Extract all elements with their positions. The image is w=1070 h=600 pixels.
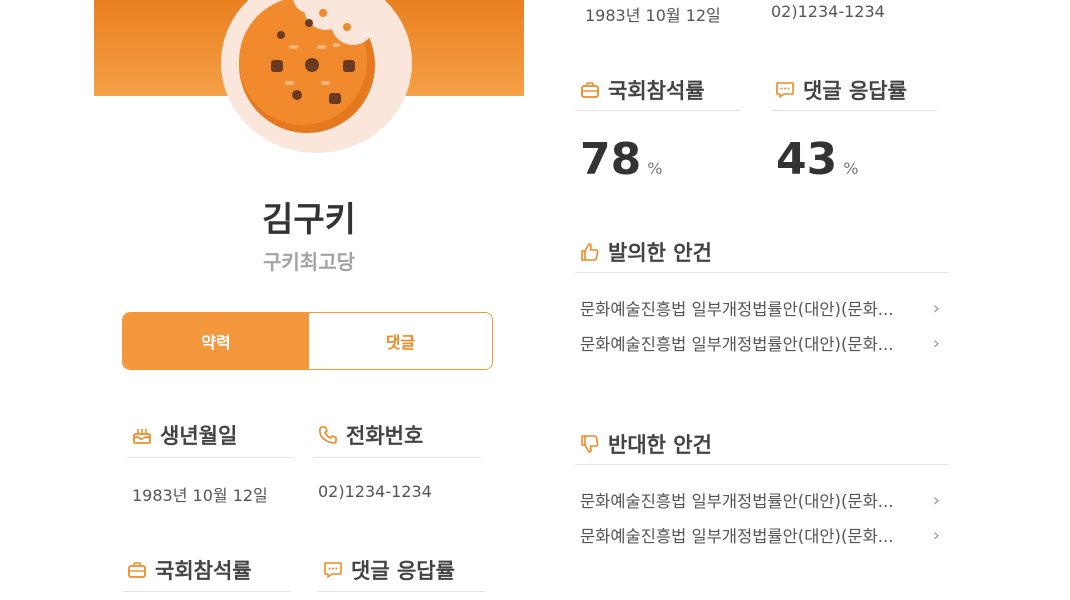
profile-tabs: 약력 댓글	[122, 312, 493, 370]
attendance-value: 78	[580, 134, 642, 185]
reply-label-right: 댓글 응답률	[803, 79, 907, 103]
cake-icon	[133, 429, 151, 444]
proposed-list-item[interactable]: 문화예술진흥법 일부개정법률안(대안)(문화... ›	[580, 331, 948, 355]
divider	[313, 457, 481, 458]
thumbs-down-icon	[581, 435, 599, 453]
bill-title: 문화예술진흥법 일부개정법률안(대안)(문화...	[580, 300, 894, 319]
proposed-title: 발의한 안건	[608, 241, 712, 265]
birth-value: 1983년 10월 12일	[132, 486, 268, 505]
proposed-list-item[interactable]: 문화예술진흥법 일부개정법률안(대안)(문화... ›	[580, 296, 948, 320]
reply-unit: %	[843, 159, 859, 178]
opposed-section-title: 반대한 안건	[580, 429, 712, 459]
chevron-right-icon: ›	[932, 489, 940, 511]
attendance-section-title: 국회참석률	[127, 555, 252, 585]
attendance-stat: 78%	[580, 134, 662, 185]
chevron-right-icon: ›	[932, 524, 940, 546]
chevron-right-icon: ›	[932, 297, 940, 319]
phone-value-right: 02)1234-1234	[771, 2, 885, 21]
divider	[575, 272, 948, 273]
bill-title: 문화예술진흥법 일부개정법률안(대안)(문화...	[580, 527, 894, 546]
opposed-list-item[interactable]: 문화예술진흥법 일부개정법률안(대안)(문화... ›	[580, 523, 948, 547]
divider	[771, 110, 937, 111]
bill-title: 문화예술진흥법 일부개정법률안(대안)(문화...	[580, 492, 894, 511]
chat-bubble-icon	[324, 562, 342, 578]
reply-label: 댓글 응답률	[351, 559, 455, 583]
chat-bubble-icon	[776, 82, 794, 98]
attendance-label-right: 국회참석률	[608, 79, 705, 103]
attendance-section-title-right: 국회참석률	[580, 75, 705, 105]
phone-value: 02)1234-1234	[318, 482, 432, 501]
divider	[575, 464, 948, 465]
phone-icon	[319, 426, 337, 444]
opposed-title: 반대한 안건	[608, 433, 712, 457]
phone-label: 전화번호	[346, 424, 424, 448]
proposed-section-title: 발의한 안건	[580, 237, 712, 267]
avatar	[221, 0, 412, 153]
reply-value: 43	[776, 134, 838, 185]
tab-comments[interactable]: 댓글	[309, 313, 492, 369]
divider	[575, 110, 741, 111]
reply-section-title-right: 댓글 응답률	[775, 75, 907, 105]
attendance-unit: %	[647, 159, 663, 178]
reply-section-title: 댓글 응답률	[323, 555, 455, 585]
chevron-right-icon: ›	[932, 332, 940, 354]
briefcase-icon	[581, 82, 599, 98]
thumbs-up-icon	[581, 243, 599, 261]
birth-label: 생년월일	[160, 424, 238, 448]
phone-section-title: 전화번호	[318, 420, 423, 450]
tab-biography[interactable]: 약력	[123, 313, 309, 369]
divider	[127, 457, 294, 458]
attendance-label: 국회참석률	[155, 559, 252, 583]
birth-section-title: 생년월일	[132, 420, 237, 450]
divider	[318, 591, 485, 592]
bill-title: 문화예술진흥법 일부개정법률안(대안)(문화...	[580, 335, 894, 354]
reply-stat: 43%	[776, 134, 858, 185]
opposed-list-item[interactable]: 문화예술진흥법 일부개정법률안(대안)(문화... ›	[580, 488, 948, 512]
member-name: 김구키	[262, 200, 356, 240]
party-name: 구키최고당	[263, 250, 355, 274]
briefcase-icon	[128, 562, 146, 578]
cookie-avatar-icon	[239, 0, 375, 133]
birth-value-right: 1983년 10월 12일	[585, 6, 721, 25]
divider	[123, 591, 290, 592]
